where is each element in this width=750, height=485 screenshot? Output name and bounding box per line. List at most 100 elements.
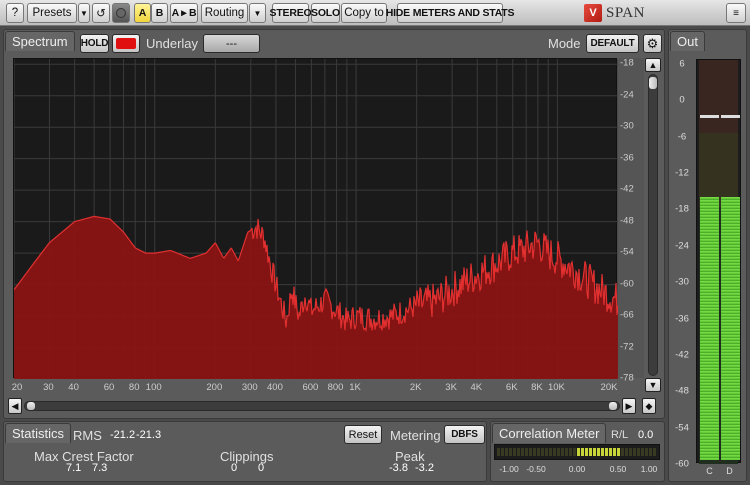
out-tick-label: -60 xyxy=(675,458,689,470)
correlation-segment xyxy=(569,448,572,456)
correlation-segment xyxy=(501,448,504,456)
reset-button[interactable]: Reset xyxy=(344,425,382,444)
frequency-tick-label: 3K xyxy=(445,382,457,393)
correlation-segment xyxy=(649,448,652,456)
frequency-scale: 20 30 40 60 80 100 200 300 400 600 800 1K 2K 3K 4K 6K 8K… xyxy=(11,380,618,396)
correlation-segment xyxy=(645,448,648,456)
vertical-scroll-track[interactable] xyxy=(648,74,658,376)
tab-statistics[interactable]: Statistics xyxy=(5,423,72,443)
frequency-tick-label: 40 xyxy=(68,382,79,393)
logo: V SPAN xyxy=(584,3,645,23)
scroll-down-icon[interactable]: ▼ xyxy=(645,378,661,392)
correlation-segment xyxy=(621,448,624,456)
vertical-scrollbar[interactable]: ▲ ▼ xyxy=(645,58,661,396)
tab-spectrum[interactable]: Spectrum xyxy=(5,31,75,51)
horizontal-scrollbar[interactable]: ◀ ▶ ◆ xyxy=(8,398,662,414)
correlation-segment xyxy=(553,448,556,456)
meter-level-bar xyxy=(700,196,719,460)
frequency-tick-label: 800 xyxy=(327,382,344,393)
correlation-segment xyxy=(517,448,520,456)
horizontal-scroll-track[interactable] xyxy=(24,401,620,411)
rl-value: 0.0 xyxy=(638,429,654,441)
correlation-segment xyxy=(629,448,632,456)
out-tick-label: -42 xyxy=(675,349,689,361)
scroll-up-icon[interactable]: ▲ xyxy=(645,58,661,72)
frequency-tick-label: 1K xyxy=(349,382,361,393)
copy-to-button[interactable]: Copy to xyxy=(341,3,387,23)
hold-color-swatch[interactable] xyxy=(112,34,140,53)
correlation-segment xyxy=(617,448,620,456)
correlation-segment xyxy=(497,448,500,456)
logo-mark-icon: V xyxy=(584,4,602,22)
peak-left-value: -3.8 xyxy=(389,462,408,474)
out-tick-label: 0 xyxy=(679,94,685,106)
presets-button[interactable]: Presets xyxy=(27,3,77,23)
top-toolbar: ? Presets ▼ ↺ A B A ▸ B Routing ▼ STEREO… xyxy=(0,0,750,26)
frequency-tick-label: 60 xyxy=(103,382,115,393)
correlation-tick-label: 0.00 xyxy=(568,464,586,474)
frequency-tick-label: 400 xyxy=(267,382,283,393)
rms-right-value: -21.3 xyxy=(136,429,162,441)
correlation-meter xyxy=(494,444,660,460)
db-tick-label: -78 xyxy=(620,372,634,384)
frequency-tick-label: 20 xyxy=(11,382,23,393)
correlation-segment xyxy=(581,448,584,456)
a-to-b-button[interactable]: A ▸ B xyxy=(170,3,198,23)
mode-select[interactable]: DEFAULT xyxy=(586,34,639,53)
routing-dropdown-icon[interactable]: ▼ xyxy=(249,3,266,23)
correlation-segment xyxy=(633,448,636,456)
meter-level-bar xyxy=(721,196,740,460)
correlation-segment xyxy=(589,448,592,456)
correlation-segment xyxy=(597,448,600,456)
a-button[interactable]: A xyxy=(134,3,151,23)
peak-right-value: -3.2 xyxy=(415,462,434,474)
undo-icon[interactable]: ↺ xyxy=(92,3,110,23)
output-level-meter xyxy=(696,59,741,464)
settings-gear-icon[interactable]: ⚙ xyxy=(643,34,662,53)
out-tick-label: -54 xyxy=(675,422,689,434)
routing-button[interactable]: Routing xyxy=(201,3,248,23)
solo-button[interactable]: SOLO xyxy=(311,3,340,23)
correlation-segment xyxy=(573,448,576,456)
tab-out[interactable]: Out xyxy=(670,31,705,51)
tab-correlation-meter[interactable]: Correlation Meter xyxy=(492,423,607,443)
vertical-scroll-thumb[interactable] xyxy=(649,77,657,89)
frequency-tick-label: 10K xyxy=(547,382,565,393)
stereo-button[interactable]: STEREO xyxy=(270,3,312,23)
rms-label: RMS xyxy=(73,428,102,443)
crest-right-value: 7.3 xyxy=(92,462,108,474)
hold-button[interactable]: HOLD xyxy=(80,34,109,53)
scroll-left-icon[interactable]: ◀ xyxy=(8,398,22,414)
zoom-reset-icon[interactable]: ◆ xyxy=(642,398,656,414)
out-tick-label: -12 xyxy=(675,167,689,179)
horizontal-scroll-thumb-left[interactable] xyxy=(27,402,35,410)
spectrum-display[interactable] xyxy=(13,58,619,380)
correlation-segment xyxy=(565,448,568,456)
frequency-tick-label: 6K xyxy=(505,382,518,393)
help-button[interactable]: ? xyxy=(6,3,24,23)
correlation-segment xyxy=(533,448,536,456)
correlation-segment xyxy=(605,448,608,456)
underlay-label: Underlay xyxy=(146,36,199,51)
logo-text: SPAN xyxy=(606,4,645,21)
metering-select[interactable]: DBFS xyxy=(444,425,485,444)
menu-icon[interactable]: ≡ xyxy=(726,3,746,23)
scroll-right-icon[interactable]: ▶ xyxy=(622,398,636,414)
underlay-select[interactable]: --- xyxy=(203,34,260,53)
horizontal-scroll-thumb-right[interactable] xyxy=(609,402,617,410)
out-tick-label: 6 xyxy=(679,58,685,70)
meter-peak-marker xyxy=(721,115,740,119)
frequency-tick-label: 200 xyxy=(206,382,223,393)
power-icon[interactable] xyxy=(112,3,130,23)
presets-dropdown-icon[interactable]: ▼ xyxy=(78,3,90,23)
frequency-tick-label: 30 xyxy=(43,382,54,393)
out-tick-label: -6 xyxy=(677,131,687,143)
b-button[interactable]: B xyxy=(151,3,168,23)
correlation-segment xyxy=(545,448,548,456)
hide-meters-button[interactable]: HIDE METERS AND STATS xyxy=(386,3,515,23)
db-scale: -18 -24 -30 -36 -42 -48 -54 -60 -66 -72 -78 xyxy=(618,58,644,384)
mode-label: Mode xyxy=(548,36,581,51)
crest-factor-label: Max Crest Factor xyxy=(34,449,134,464)
crest-left-value: 7.1 xyxy=(66,462,82,474)
correlation-segment xyxy=(513,448,516,456)
